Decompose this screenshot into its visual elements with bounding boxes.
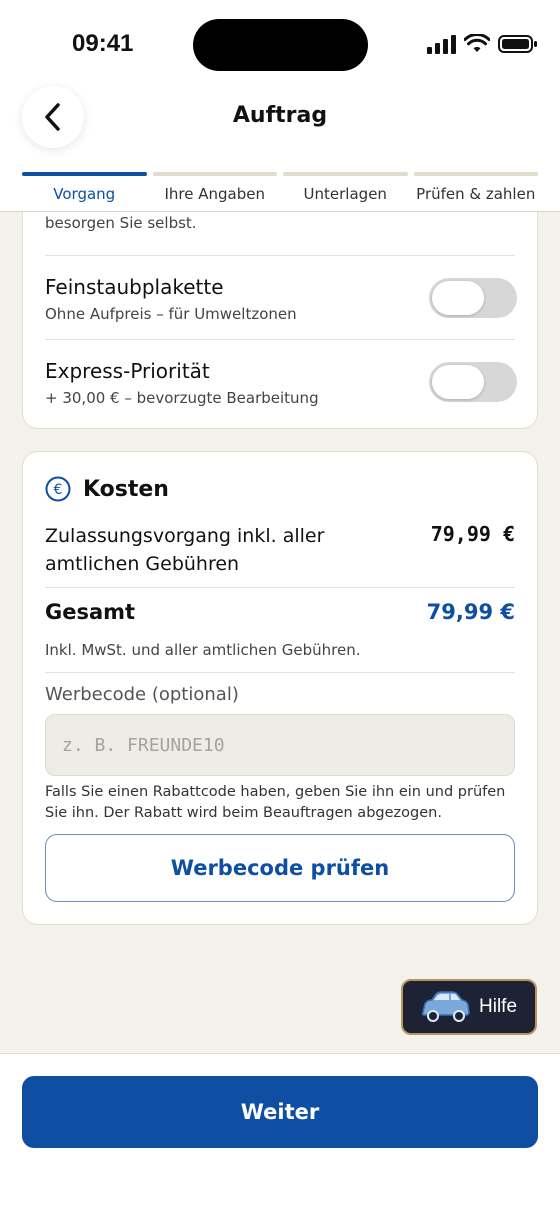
help-label: Hilfe (479, 996, 518, 1017)
costs-title: Kosten (83, 476, 169, 502)
promo-help-text: Falls Sie einen Rabattcode haben, geben … (45, 784, 506, 821)
dynamic-island (193, 19, 368, 71)
tab-pruefen-zahlen[interactable]: Prüfen & zahlen (413, 172, 538, 203)
option-title-express: Express-Priorität (45, 359, 210, 383)
tax-note: Inkl. MwSt. und aller amtlichen Gebühren… (45, 641, 361, 659)
euro-icon: € (45, 476, 71, 502)
check-promo-button[interactable]: Werbecode prüfen (45, 834, 515, 902)
divider (45, 672, 515, 673)
express-toggle[interactable] (429, 362, 517, 402)
status-time: 09:41 (72, 30, 134, 57)
footer: Weiter (0, 1053, 560, 1218)
tab-ihre-angaben[interactable]: Ihre Angaben (152, 172, 277, 203)
costs-header: € Kosten (45, 476, 169, 502)
tab-indicator (283, 172, 408, 176)
total-value: 79,99 € (426, 600, 515, 624)
tab-label: Ihre Angaben (164, 185, 265, 203)
divider (45, 339, 515, 340)
car-icon (421, 991, 470, 1022)
page-title: Auftrag (232, 103, 328, 128)
tab-vorgang[interactable]: Vorgang (22, 172, 147, 203)
tab-indicator (413, 172, 538, 176)
status-icons (426, 34, 538, 54)
costs-card: € Kosten Zulassungsvorgang inkl. aller a… (22, 451, 538, 925)
divider (45, 587, 515, 588)
divider (45, 255, 515, 256)
option-subtitle-express: + 30,00 € – bevorzugte Bearbeitung (45, 389, 319, 407)
toggle-knob (432, 365, 484, 399)
tab-indicator (152, 172, 277, 176)
tab-unterlagen[interactable]: Unterlagen (283, 172, 408, 203)
header: 09:41 Auftrag Vorgang Ihre Angaben Unter… (0, 0, 560, 212)
tab-label: Vorgang (53, 185, 116, 203)
feinstaub-toggle[interactable] (429, 278, 517, 318)
option-title-feinstaub: Feinstaubplakette (45, 275, 224, 299)
tab-indicator (22, 172, 147, 176)
total-label: Gesamt (45, 600, 136, 624)
step-tabs: Vorgang Ihre Angaben Unterlagen Prüfen &… (22, 172, 538, 203)
cost-line-price: 79,99 € (430, 522, 515, 546)
battery-icon (498, 35, 537, 53)
tab-label: Unterlagen (303, 185, 387, 203)
continue-button[interactable]: Weiter (22, 1076, 538, 1148)
promo-code-label: Werbecode (optional) (45, 684, 239, 705)
cost-line-label: Zulassungsvorgang inkl. aller amtlichen … (45, 525, 325, 575)
svg-text:€: € (54, 482, 63, 498)
help-button[interactable]: Hilfe (401, 979, 537, 1035)
option-subtitle-feinstaub: Ohne Aufpreis – für Umweltzonen (45, 305, 297, 323)
wifi-icon (464, 34, 490, 52)
promo-code-input[interactable] (45, 714, 515, 776)
tab-label: Prüfen & zahlen (416, 185, 536, 203)
options-partial-text: besorgen Sie selbst. (45, 214, 197, 232)
toggle-knob (432, 281, 484, 315)
signal-icon (427, 35, 456, 54)
